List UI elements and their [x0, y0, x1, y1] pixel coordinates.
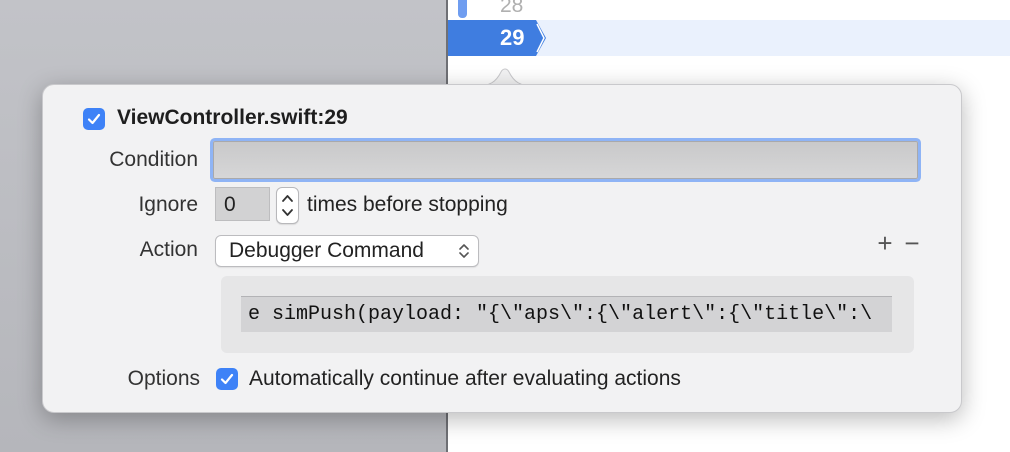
line-number-29: 29: [500, 25, 525, 50]
auto-continue-label[interactable]: Automatically continue after evaluating …: [249, 367, 681, 391]
debugger-command-input[interactable]: e simPush(payload: "{\"aps\":{\"alert\":…: [241, 296, 892, 332]
action-label: Action: [139, 238, 198, 261]
action-type-label: Debugger Command: [229, 239, 424, 262]
breakpoint-marker[interactable]: [448, 20, 548, 56]
checkmark-icon: [87, 113, 101, 125]
condition-input[interactable]: [213, 141, 918, 179]
ignore-count-stepper[interactable]: [276, 187, 299, 224]
breakpoint-editor-popover: ViewController.swift:29 Condition Ignore…: [42, 84, 962, 413]
line-number-28: 28: [500, 0, 524, 17]
breakpoint-enabled-checkbox[interactable]: [83, 108, 105, 130]
checkmark-icon: [220, 373, 234, 385]
add-action-button[interactable]: +: [875, 230, 895, 256]
auto-continue-checkbox[interactable]: [216, 368, 238, 390]
ignore-count-input[interactable]: 0: [215, 187, 270, 221]
ignore-label: Ignore: [138, 193, 198, 216]
gutter-change-bar: [458, 0, 467, 18]
stepper-arrows-icon: [282, 195, 293, 216]
options-label: Options: [127, 367, 200, 390]
remove-action-button[interactable]: −: [901, 230, 923, 256]
ignore-suffix-label: times before stopping: [307, 193, 508, 216]
chevron-updown-icon: [459, 244, 469, 258]
action-container: e simPush(payload: "{\"aps\":{\"alert\":…: [221, 276, 914, 353]
action-type-popup[interactable]: Debugger Command: [215, 235, 479, 267]
breakpoint-title: ViewController.swift:29: [117, 106, 348, 129]
popover-arrow: [476, 58, 534, 86]
condition-label: Condition: [109, 148, 198, 171]
